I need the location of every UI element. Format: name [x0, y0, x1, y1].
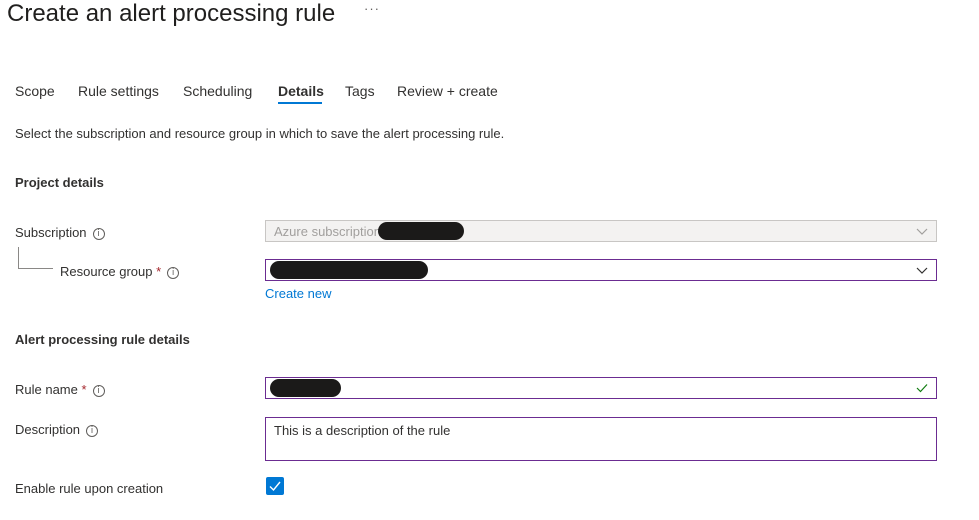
info-icon[interactable]: i	[86, 424, 99, 437]
description-label: Description	[15, 422, 81, 437]
page-title: Create an alert processing rule	[7, 0, 336, 27]
chevron-down-icon	[916, 267, 928, 274]
subscription-dropdown: Azure subscription	[265, 220, 937, 242]
info-icon[interactable]: i	[167, 266, 180, 279]
required-marker: *	[156, 264, 162, 279]
tab-tags[interactable]: Tags	[345, 83, 375, 99]
active-tab-indicator	[278, 102, 322, 104]
rule-name-input[interactable]	[265, 377, 937, 399]
description-textarea[interactable]: This is a description of the rule	[265, 417, 937, 461]
subscription-label: Subscription	[15, 225, 87, 240]
rule-name-label-row: Rule name * i	[15, 382, 105, 397]
enable-rule-label: Enable rule upon creation	[15, 481, 164, 496]
tree-connector	[18, 247, 53, 269]
description-value: This is a description of the rule	[274, 423, 451, 438]
redacted-resource-group	[270, 261, 428, 279]
description-label-row: Description i	[15, 422, 99, 437]
checkmark-icon	[269, 481, 281, 492]
tab-scope[interactable]: Scope	[15, 83, 55, 99]
subscription-label-row: Subscription i	[15, 225, 105, 240]
info-icon[interactable]: i	[92, 384, 105, 397]
subscription-value: Azure subscription	[274, 224, 381, 239]
intro-text: Select the subscription and resource gro…	[15, 126, 505, 141]
resource-group-dropdown[interactable]	[265, 259, 937, 281]
info-icon[interactable]: i	[92, 227, 105, 240]
redacted-rule-name	[270, 379, 341, 397]
rule-name-label: Rule name	[15, 382, 78, 397]
resource-group-label: Resource group	[60, 264, 153, 279]
enable-rule-checkbox[interactable]	[266, 477, 284, 495]
more-options-button[interactable]: ···	[364, 1, 380, 16]
redacted-subscription-id	[378, 222, 464, 240]
tab-details[interactable]: Details	[278, 83, 324, 99]
tab-rule-settings[interactable]: Rule settings	[78, 83, 159, 99]
tab-scheduling[interactable]: Scheduling	[183, 83, 252, 99]
project-details-heading: Project details	[15, 175, 104, 190]
rule-details-heading: Alert processing rule details	[15, 332, 190, 347]
chevron-down-icon	[916, 228, 928, 235]
required-marker: *	[81, 382, 87, 397]
resource-group-label-row: Resource group * i	[60, 264, 180, 279]
create-new-link[interactable]: Create new	[265, 286, 331, 301]
tab-review-create[interactable]: Review + create	[397, 83, 498, 99]
checkmark-icon	[916, 384, 928, 393]
